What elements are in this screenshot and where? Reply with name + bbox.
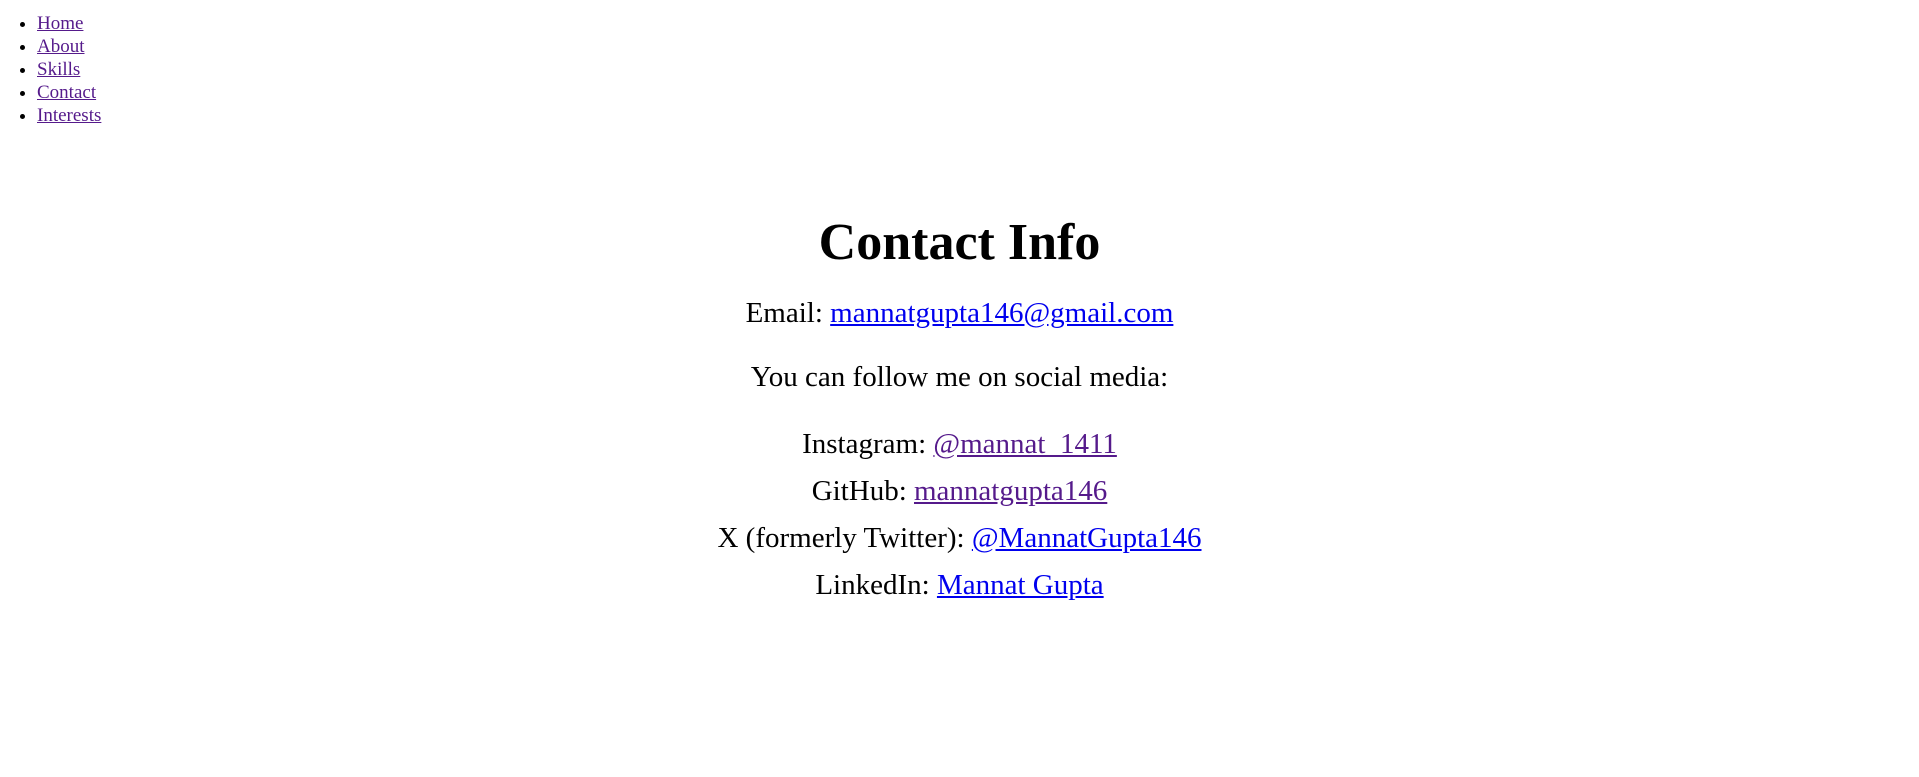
- follow-text: You can follow me on social media:: [750, 361, 1169, 393]
- nav-link-home[interactable]: Home: [37, 13, 83, 34]
- social-item-instagram: Instagram: @mannat_1411: [0, 421, 1919, 468]
- email-line: Email: mannatgupta146@gmail.com: [0, 293, 1919, 333]
- social-item-linkedin: LinkedIn: Mannat Gupta: [0, 562, 1919, 609]
- linkedin-label: LinkedIn:: [815, 569, 937, 601]
- nav-item-about: About: [37, 35, 1919, 58]
- github-link[interactable]: mannatgupta146: [914, 475, 1107, 507]
- page-title: Contact Info: [818, 214, 1101, 271]
- x-label: X (formerly Twitter):: [717, 522, 972, 554]
- email-label: Email:: [745, 297, 831, 329]
- nav-item-home: Home: [37, 12, 1919, 35]
- nav-item-skills: Skills: [37, 58, 1919, 81]
- instagram-link[interactable]: @mannat_1411: [933, 428, 1117, 460]
- nav-item-interests: Interests: [37, 104, 1919, 127]
- nav-item-contact: Contact: [37, 81, 1919, 104]
- github-label: GitHub:: [811, 475, 914, 507]
- nav-link-interests[interactable]: Interests: [37, 105, 101, 126]
- social-list: Instagram: @mannat_1411 GitHub: mannatgu…: [0, 421, 1919, 609]
- x-link[interactable]: @MannatGupta146: [972, 522, 1202, 554]
- contact-section: Contact Info Email: mannatgupta146@gmail…: [0, 205, 1919, 609]
- nav-link-skills[interactable]: Skills: [37, 59, 80, 80]
- nav-list: Home About Skills Contact Interests: [0, 0, 1919, 127]
- email-link[interactable]: mannatgupta146@gmail.com: [830, 297, 1173, 329]
- nav-link-about[interactable]: About: [37, 36, 85, 57]
- social-item-x: X (formerly Twitter): @MannatGupta146: [0, 515, 1919, 562]
- linkedin-link[interactable]: Mannat Gupta: [937, 569, 1104, 601]
- instagram-label: Instagram:: [802, 428, 934, 460]
- nav-link-contact[interactable]: Contact: [37, 82, 96, 103]
- social-item-github: GitHub: mannatgupta146: [0, 468, 1919, 515]
